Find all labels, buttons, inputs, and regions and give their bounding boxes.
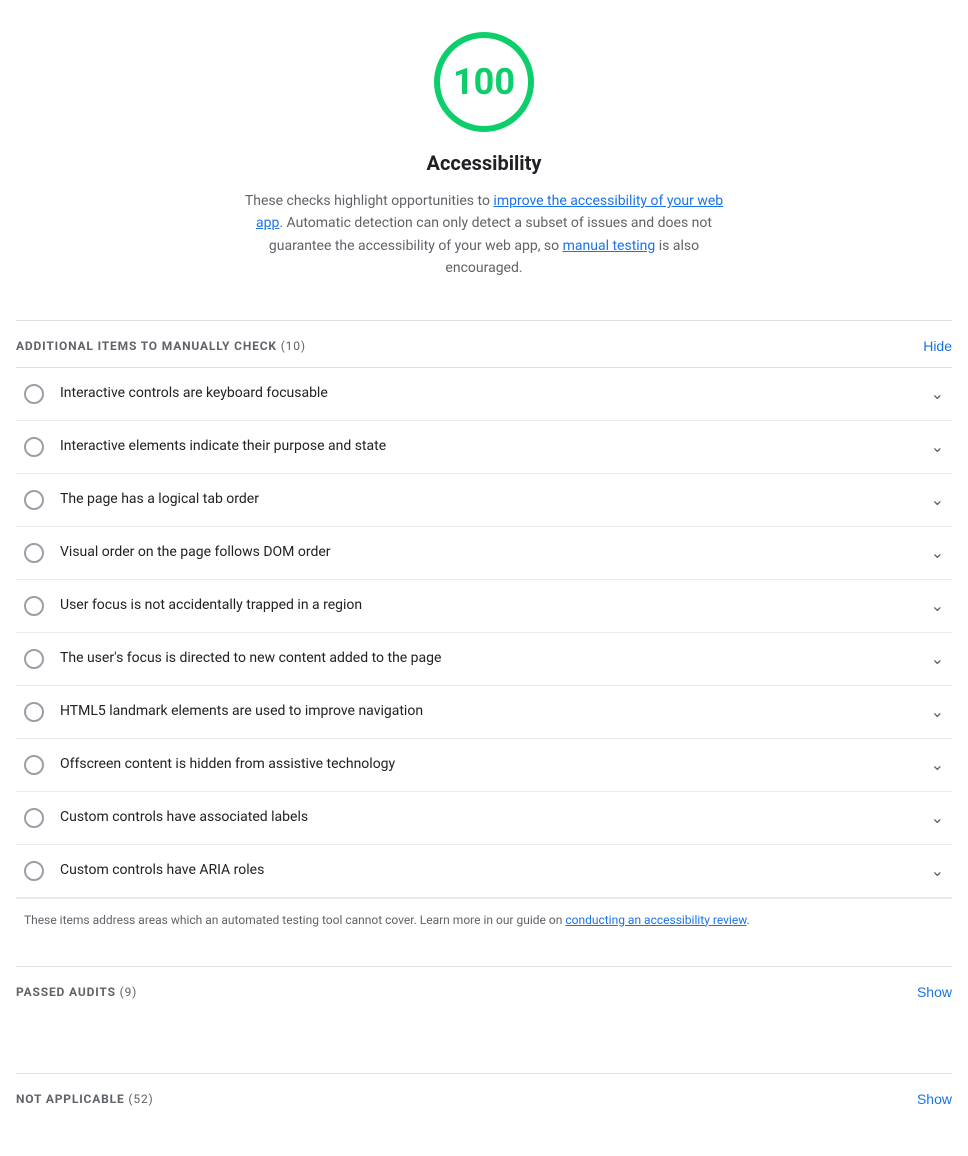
score-circle: 100 [434, 32, 534, 132]
audit-icon-10 [24, 861, 44, 881]
passed-audits-count: (9) [120, 985, 138, 999]
manual-check-section-label: ADDITIONAL ITEMS TO MANUALLY CHECK (10) [16, 337, 306, 355]
footer-note-before-link: These items address areas which an autom… [24, 913, 565, 927]
audit-icon-9 [24, 808, 44, 828]
audit-icon-8 [24, 755, 44, 775]
manual-check-label-text: ADDITIONAL ITEMS TO MANUALLY CHECK [16, 339, 277, 353]
chevron-down-icon-6: ⌄ [931, 647, 944, 671]
page-wrapper: 100 Accessibility These checks highlight… [0, 0, 968, 1156]
audit-icon-5 [24, 596, 44, 616]
audit-item-9[interactable]: Custom controls have associated labels ⌄ [16, 792, 952, 845]
audit-icon-3 [24, 490, 44, 510]
audit-item-2[interactable]: Interactive elements indicate their purp… [16, 421, 952, 474]
spacer-1 [16, 1017, 952, 1049]
audit-icon-7 [24, 702, 44, 722]
chevron-down-icon-3: ⌄ [931, 488, 944, 512]
passed-audits-section: PASSED AUDITS (9) Show [16, 966, 952, 1017]
passed-show-button[interactable]: Show [917, 984, 952, 1000]
audit-item-7[interactable]: HTML5 landmark elements are used to impr… [16, 686, 952, 739]
manual-check-section-header: ADDITIONAL ITEMS TO MANUALLY CHECK (10) … [16, 320, 952, 367]
audit-label-1: Interactive controls are keyboard focusa… [60, 383, 923, 404]
chevron-down-icon-8: ⌄ [931, 753, 944, 777]
manual-check-footer-note: These items address areas which an autom… [16, 898, 952, 942]
audit-label-4: Visual order on the page follows DOM ord… [60, 542, 923, 563]
audit-label-2: Interactive elements indicate their purp… [60, 436, 923, 457]
not-applicable-section: NOT APPLICABLE (52) Show [16, 1073, 952, 1124]
audit-label-8: Offscreen content is hidden from assisti… [60, 754, 923, 775]
audit-icon-2 [24, 437, 44, 457]
audit-icon-6 [24, 649, 44, 669]
audit-item-6[interactable]: The user's focus is directed to new cont… [16, 633, 952, 686]
audit-item-10[interactable]: Custom controls have ARIA roles ⌄ [16, 845, 952, 898]
audit-icon-4 [24, 543, 44, 563]
audit-label-3: The page has a logical tab order [60, 489, 923, 510]
audit-item-8[interactable]: Offscreen content is hidden from assisti… [16, 739, 952, 792]
audit-label-5: User focus is not accidentally trapped i… [60, 595, 923, 616]
chevron-down-icon-9: ⌄ [931, 806, 944, 830]
chevron-down-icon-7: ⌄ [931, 700, 944, 724]
passed-audits-title: PASSED AUDITS (9) [16, 983, 137, 1001]
score-description: These checks highlight opportunities to … [234, 190, 734, 280]
audit-item-3[interactable]: The page has a logical tab order ⌄ [16, 474, 952, 527]
audit-list: Interactive controls are keyboard focusa… [16, 367, 952, 898]
not-applicable-title: NOT APPLICABLE (52) [16, 1090, 154, 1108]
chevron-down-icon-5: ⌄ [931, 594, 944, 618]
not-applicable-label: NOT APPLICABLE [16, 1092, 125, 1106]
passed-audits-label: PASSED AUDITS [16, 985, 116, 999]
footer-note-after-link: . [747, 913, 750, 927]
audit-label-9: Custom controls have associated labels [60, 807, 923, 828]
audit-label-7: HTML5 landmark elements are used to impr… [60, 701, 923, 722]
hide-button[interactable]: Hide [923, 338, 952, 354]
not-applicable-show-button[interactable]: Show [917, 1091, 952, 1107]
audit-label-6: The user's focus is directed to new cont… [60, 648, 923, 669]
score-section: 100 Accessibility These checks highlight… [16, 32, 952, 280]
chevron-down-icon-4: ⌄ [931, 541, 944, 565]
manual-check-count: (10) [281, 339, 306, 353]
score-title: Accessibility [427, 148, 542, 178]
audit-item-1[interactable]: Interactive controls are keyboard focusa… [16, 368, 952, 421]
audit-item-5[interactable]: User focus is not accidentally trapped i… [16, 580, 952, 633]
score-value: 100 [453, 55, 515, 109]
not-applicable-header: NOT APPLICABLE (52) Show [16, 1073, 952, 1124]
audit-icon-1 [24, 384, 44, 404]
accessibility-review-link[interactable]: conducting an accessibility review [565, 913, 746, 927]
description-before-link1: These checks highlight opportunities to [245, 193, 494, 209]
passed-audits-header: PASSED AUDITS (9) Show [16, 966, 952, 1017]
chevron-down-icon-2: ⌄ [931, 435, 944, 459]
audit-item-4[interactable]: Visual order on the page follows DOM ord… [16, 527, 952, 580]
chevron-down-icon-10: ⌄ [931, 859, 944, 883]
audit-label-10: Custom controls have ARIA roles [60, 860, 923, 881]
chevron-down-icon-1: ⌄ [931, 382, 944, 406]
not-applicable-count: (52) [128, 1092, 153, 1106]
manual-testing-link[interactable]: manual testing [563, 238, 656, 254]
